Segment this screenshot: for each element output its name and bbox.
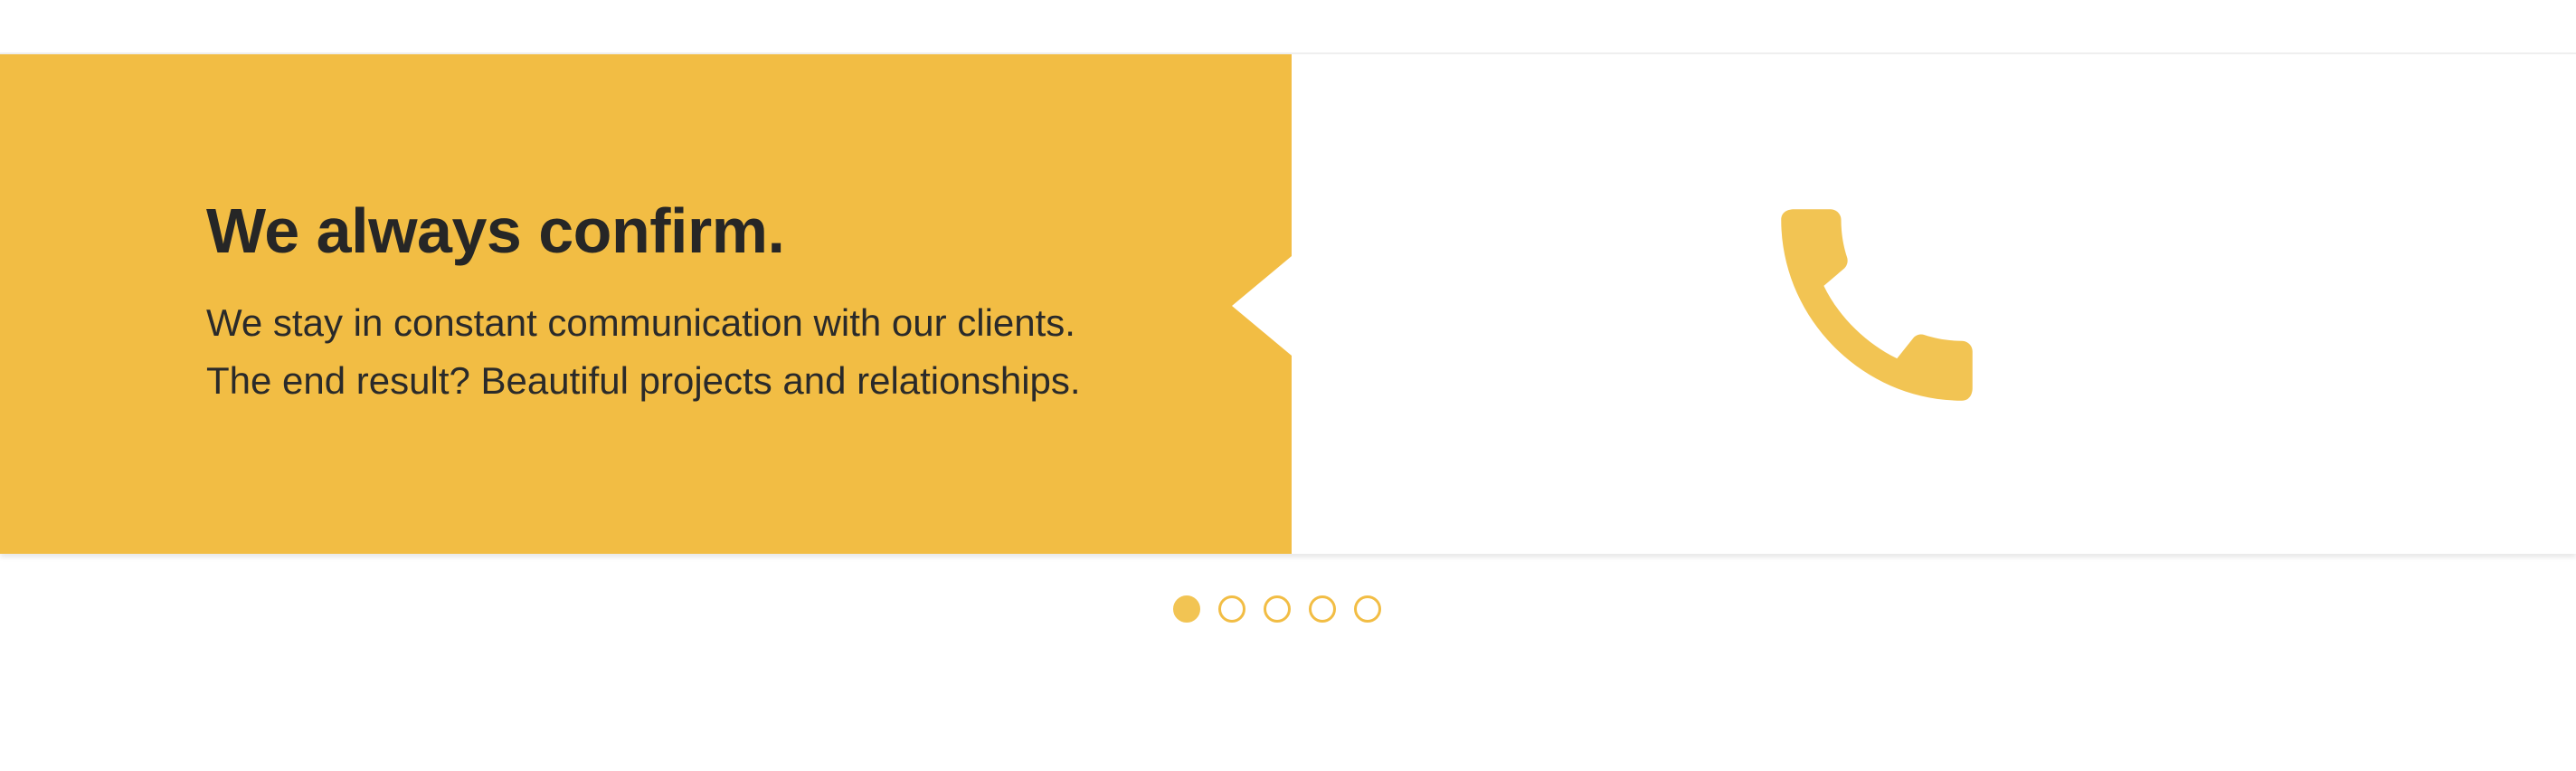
slide-dot-3[interactable] <box>1264 595 1291 623</box>
slide-description-line-2: The end result? Beautiful projects and r… <box>206 359 1081 402</box>
slide-title: We always confirm. <box>206 195 785 266</box>
slide-dot-2[interactable] <box>1218 595 1245 623</box>
phone-icon <box>1781 209 1973 401</box>
page: We always confirm. We stay in constant c… <box>0 0 2576 771</box>
slider-pagination <box>1173 595 1381 623</box>
slide-description: We stay in constant communication with o… <box>206 294 1201 410</box>
slide-dot-5[interactable] <box>1354 595 1381 623</box>
slide-dot-4[interactable] <box>1309 595 1336 623</box>
panel-arrow-notch <box>1232 256 1292 356</box>
slide-description-line-1: We stay in constant communication with o… <box>206 301 1075 344</box>
feature-slider: We always confirm. We stay in constant c… <box>0 52 2576 554</box>
slide-text-panel: We always confirm. We stay in constant c… <box>0 54 1292 554</box>
slide-dot-1[interactable] <box>1173 595 1200 623</box>
